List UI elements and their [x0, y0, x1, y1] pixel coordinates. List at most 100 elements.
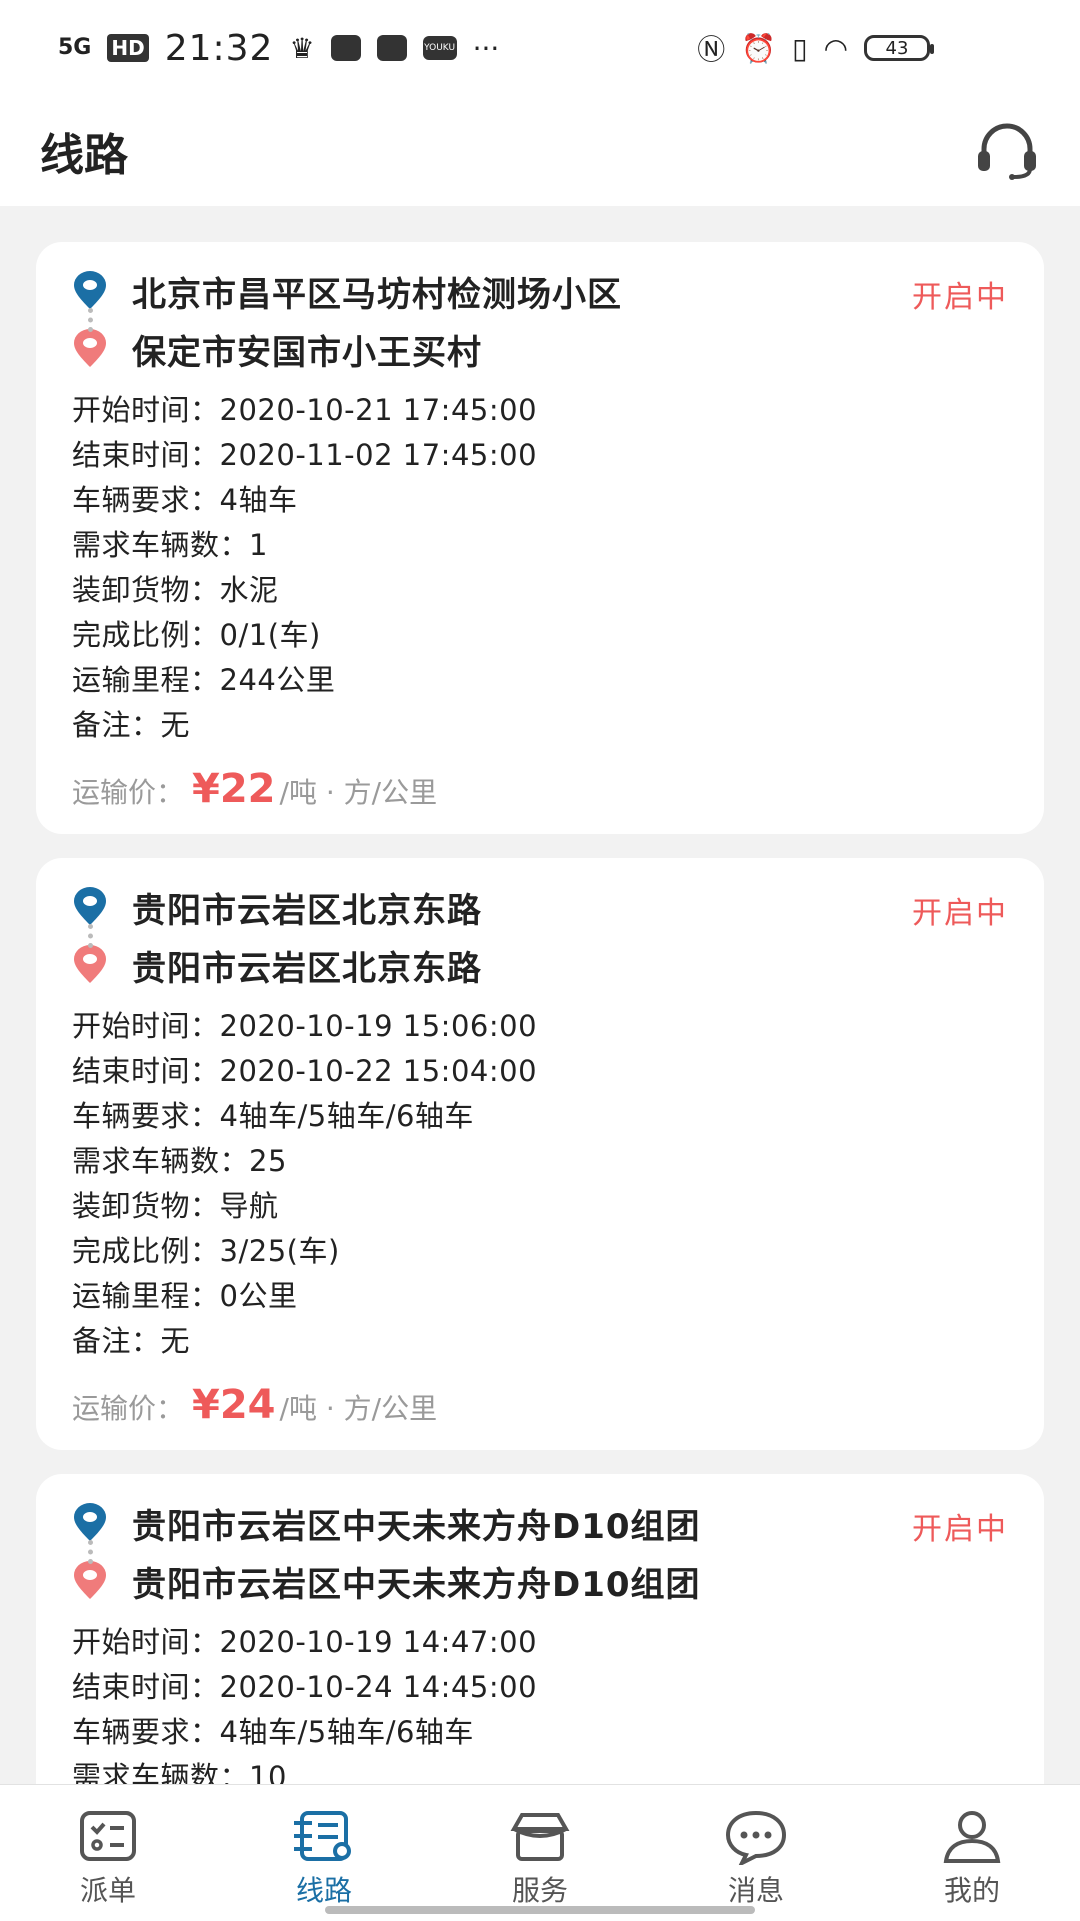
tab-service[interactable]: 服务	[432, 1785, 648, 1921]
status-badge: 开启中	[912, 896, 1008, 931]
vibrate-icon: ▯	[792, 31, 808, 65]
crown-icon: ♛	[289, 31, 315, 65]
note-label: 备注：	[72, 708, 161, 742]
completion-ratio-value: 0/1(车)	[219, 618, 321, 652]
distance-label: 运输里程：	[72, 663, 220, 697]
route-details: 开始时间：2020-10-19 14:47:00 结束时间：2020-10-24…	[72, 1620, 1008, 1800]
end-time-value: 2020-10-22 15:04:00	[219, 1054, 538, 1088]
tab-messages-label: 消息	[727, 1874, 784, 1907]
status-badge: 开启中	[912, 280, 1008, 315]
vehicle-count-row: 需求车辆数：25	[72, 1139, 1008, 1184]
tab-dispatch[interactable]: 派单	[0, 1785, 216, 1921]
origin-address: 北京市昌平区马坊村检测场小区	[132, 274, 622, 315]
vehicle-requirement-row: 车辆要求：4轴车	[72, 478, 1008, 523]
vehicle-count-value: 25	[249, 1144, 287, 1178]
vehicle-requirement-value: 4轴车/5轴车/6轴车	[219, 1715, 474, 1749]
tab-routes[interactable]: 线路	[216, 1785, 432, 1921]
distance-value: 244公里	[219, 663, 336, 697]
price-unit: /吨 · 方/公里	[279, 776, 438, 809]
end-time-label: 结束时间：	[72, 438, 220, 472]
end-time-row: 结束时间：2020-10-24 14:45:00	[72, 1665, 1008, 1710]
vehicle-requirement-row: 车辆要求：4轴车/5轴车/6轴车	[72, 1710, 1008, 1755]
route-endpoints: 北京市昌平区马坊村检测场小区 保定市安国市小王买村 开启中	[72, 262, 1008, 378]
route-endpoints: 贵阳市云岩区中天未来方舟D10组团 贵阳市云岩区中天未来方舟D10组团 开启中	[72, 1494, 1008, 1610]
note-row: 备注：无	[72, 703, 1008, 748]
start-time-value: 2020-10-19 14:47:00	[219, 1625, 538, 1659]
price-label: 运输价：	[72, 776, 185, 809]
route-card[interactable]: 贵阳市云岩区中天未来方舟D10组团 贵阳市云岩区中天未来方舟D10组团 开启中 …	[36, 1474, 1044, 1814]
status-bar: 5G HD 21:32 ♛ YOUKU ··· Ⓝ ⏰ ▯ ◠ 43	[0, 0, 1080, 96]
route-connector	[88, 308, 93, 332]
status-left: 5G HD 21:32 ♛ YOUKU ···	[58, 28, 499, 69]
vehicle-requirement-label: 车辆要求：	[72, 483, 220, 517]
start-time-value: 2020-10-21 17:45:00	[219, 393, 538, 427]
note-row: 备注：无	[72, 1319, 1008, 1364]
end-time-value: 2020-11-02 17:45:00	[219, 438, 538, 472]
vehicle-requirement-value: 4轴车	[219, 483, 298, 517]
start-time-label: 开始时间：	[72, 393, 220, 427]
price-row: 运输价： ¥24 /吨 · 方/公里	[72, 1382, 1008, 1428]
price-label: 运输价：	[72, 1392, 185, 1425]
destination-address: 贵阳市云岩区中天未来方舟D10组团	[132, 1564, 701, 1605]
battery-icon: 43	[864, 35, 934, 61]
distance-row: 运输里程：244公里	[72, 658, 1008, 703]
tab-messages[interactable]: 消息	[648, 1785, 864, 1921]
route-endpoints: 贵阳市云岩区北京东路 贵阳市云岩区北京东路 开启中	[72, 878, 1008, 994]
completion-ratio-value: 3/25(车)	[219, 1234, 340, 1268]
distance-label: 运输里程：	[72, 1279, 220, 1313]
tab-dispatch-label: 派单	[79, 1874, 136, 1907]
price-value: ¥22	[192, 766, 276, 812]
destination-pin-icon	[74, 1561, 106, 1599]
cargo-value: 导航	[219, 1189, 279, 1223]
cargo-label: 装卸货物：	[72, 573, 220, 607]
distance-row: 运输里程：0公里	[72, 1274, 1008, 1319]
profile-icon	[943, 1811, 1001, 1863]
tab-routes-label: 线路	[295, 1874, 352, 1907]
route-list-icon	[294, 1811, 351, 1861]
customer-service-headset-icon[interactable]	[974, 121, 1040, 181]
vehicle-count-row: 需求车辆数：1	[72, 523, 1008, 568]
vehicle-requirement-label: 车辆要求：	[72, 1715, 220, 1749]
youku-app-icon: YOUKU	[422, 36, 457, 60]
end-time-label: 结束时间：	[72, 1054, 220, 1088]
origin-pin-icon	[74, 887, 106, 925]
dispatch-icon	[80, 1811, 136, 1861]
destination-pin-icon	[74, 945, 106, 983]
start-time-label: 开始时间：	[72, 1625, 220, 1659]
tab-profile[interactable]: 我的	[864, 1785, 1080, 1921]
cargo-row: 装卸货物：导航	[72, 1184, 1008, 1229]
wifi-icon: ◠	[823, 31, 848, 65]
note-value: 无	[160, 1324, 191, 1358]
start-time-row: 开始时间：2020-10-19 14:47:00	[72, 1620, 1008, 1665]
route-connector	[88, 1540, 93, 1564]
origin-address: 贵阳市云岩区中天未来方舟D10组团	[132, 1506, 701, 1547]
cellular-signal-icon: 5G	[58, 35, 92, 60]
destination-row: 保定市安国市小王买村	[72, 320, 1008, 378]
end-time-row: 结束时间：2020-10-22 15:04:00	[72, 1049, 1008, 1094]
end-time-row: 结束时间：2020-11-02 17:45:00	[72, 433, 1008, 478]
note-value: 无	[160, 708, 191, 742]
origin-pin-icon	[74, 1503, 106, 1541]
vehicle-requirement-value: 4轴车/5轴车/6轴车	[219, 1099, 474, 1133]
bottom-tab-bar: 派单 线路 服务 消息 我的	[0, 1784, 1080, 1921]
mail-app-icon	[330, 35, 361, 61]
cargo-label: 装卸货物：	[72, 1189, 220, 1223]
price-row: 运输价： ¥22 /吨 · 方/公里	[72, 766, 1008, 812]
home-indicator[interactable]	[325, 1906, 755, 1914]
route-card[interactable]: 贵阳市云岩区北京东路 贵阳市云岩区北京东路 开启中 开始时间：2020-10-1…	[36, 858, 1044, 1450]
nfc-icon: Ⓝ	[697, 33, 726, 66]
vehicle-requirement-label: 车辆要求：	[72, 1099, 220, 1133]
destination-address: 贵阳市云岩区北京东路	[132, 948, 482, 989]
completion-ratio-label: 完成比例：	[72, 1234, 220, 1268]
cargo-row: 装卸货物：水泥	[72, 568, 1008, 613]
route-card[interactable]: 北京市昌平区马坊村检测场小区 保定市安国市小王买村 开启中 开始时间：2020-…	[36, 242, 1044, 834]
hd-badge: HD	[107, 34, 149, 62]
tab-profile-label: 我的	[943, 1874, 1000, 1907]
tab-service-label: 服务	[511, 1874, 568, 1907]
origin-pin-icon	[74, 271, 106, 309]
vehicle-count-label: 需求车辆数：	[72, 528, 250, 562]
app-header: 线路	[0, 96, 1080, 206]
destination-row: 贵阳市云岩区北京东路	[72, 936, 1008, 994]
vehicle-count-label: 需求车辆数：	[72, 1144, 250, 1178]
origin-address: 贵阳市云岩区北京东路	[132, 890, 482, 931]
